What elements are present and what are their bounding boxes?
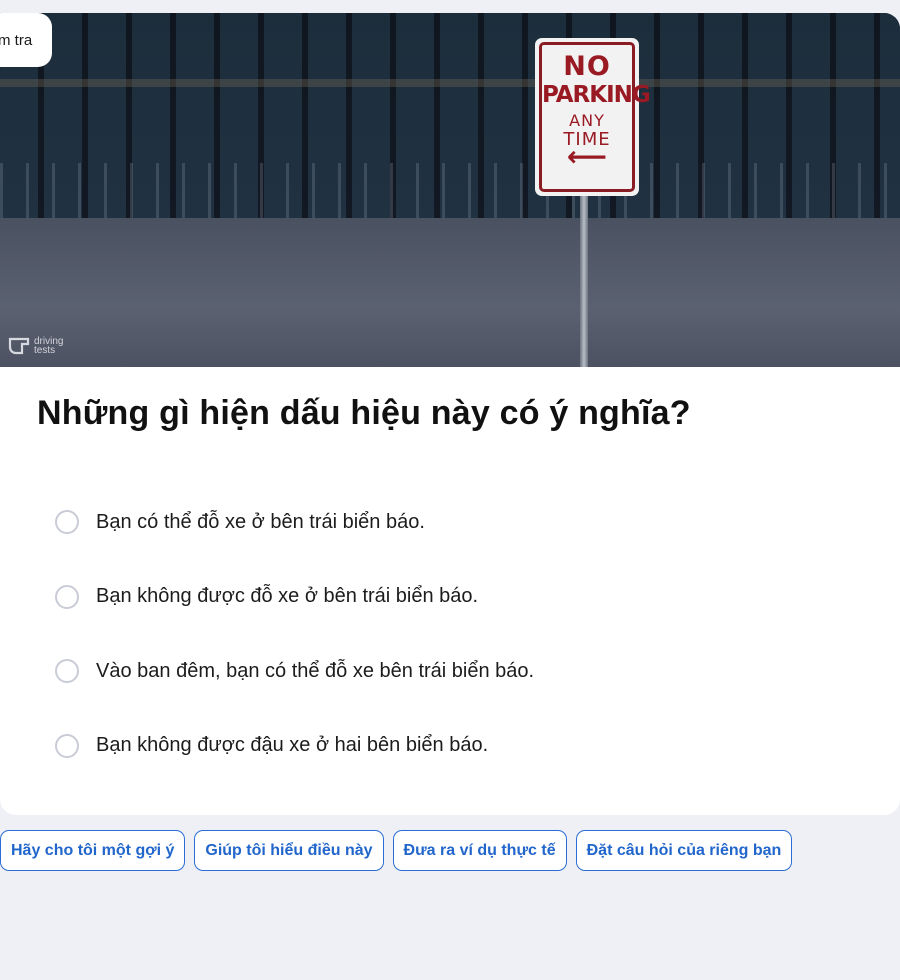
- example-chip[interactable]: Đưa ra ví dụ thực tế: [392, 830, 567, 871]
- background-fence: [0, 163, 900, 223]
- answer-options: Bạn có thể đỗ xe ở bên trái biển báo. Bạ…: [55, 504, 534, 802]
- back-button-label: m tra: [0, 31, 33, 49]
- answer-option-3[interactable]: Vào ban đêm, bạn có thể đỗ xe bên trái b…: [55, 653, 534, 689]
- sign-pole: [580, 193, 588, 367]
- answer-option-label: Bạn không được đậu xe ở hai bên biển báo…: [96, 734, 489, 756]
- explain-chip[interactable]: Giúp tôi hiểu điều này: [194, 830, 384, 871]
- radio-button[interactable]: [55, 659, 79, 683]
- watermark-line2: tests: [34, 345, 56, 356]
- driving-tests-logo-icon: [8, 337, 30, 355]
- sign-text-no: NO: [563, 51, 611, 82]
- answer-option-label: Vào ban đêm, bạn có thể đỗ xe bên trái b…: [96, 659, 535, 682]
- radio-button[interactable]: [55, 510, 79, 534]
- answer-option-label: Bạn không được đỗ xe ở bên trái biển báo…: [96, 585, 479, 607]
- question-image: NO PARKING ANY TIME ⟵ driving tests: [0, 13, 900, 367]
- radio-button[interactable]: [55, 733, 79, 758]
- sign-text-any: ANY: [569, 111, 605, 130]
- suggestion-chips: Hãy cho tôi một gợi ý Giúp tôi hiểu điều…: [0, 830, 801, 871]
- sign-face: NO PARKING ANY TIME ⟵: [539, 42, 651, 192]
- question-title: Những gì hiện dấu hiệu này có ý nghĩa?: [37, 394, 691, 432]
- back-button[interactable]: m tra: [0, 13, 52, 67]
- sign-text-parking: PARKING: [542, 82, 651, 108]
- hint-chip[interactable]: Hãy cho tôi một gợi ý: [0, 830, 186, 871]
- no-parking-sign: NO PARKING ANY TIME ⟵: [535, 38, 651, 196]
- answer-option-1[interactable]: Bạn có thể đỗ xe ở bên trái biển báo.: [55, 504, 534, 540]
- question-card: NO PARKING ANY TIME ⟵ driving tests Nhữn…: [0, 13, 900, 815]
- radio-button[interactable]: [55, 584, 79, 609]
- left-arrow-icon: ⟵: [566, 140, 608, 173]
- answer-option-2[interactable]: Bạn không được đỗ xe ở bên trái biển báo…: [55, 579, 534, 615]
- background-ground: [0, 218, 900, 367]
- answer-option-label: Bạn có thể đỗ xe ở bên trái biển báo.: [96, 510, 425, 533]
- ask-question-chip[interactable]: Đặt câu hỏi của riêng bạn: [575, 830, 793, 871]
- page: NO PARKING ANY TIME ⟵ driving tests Nhữn…: [0, 0, 900, 980]
- answer-option-4[interactable]: Bạn không được đậu xe ở hai bên biển báo…: [55, 728, 534, 764]
- driving-tests-watermark: driving tests: [8, 336, 63, 356]
